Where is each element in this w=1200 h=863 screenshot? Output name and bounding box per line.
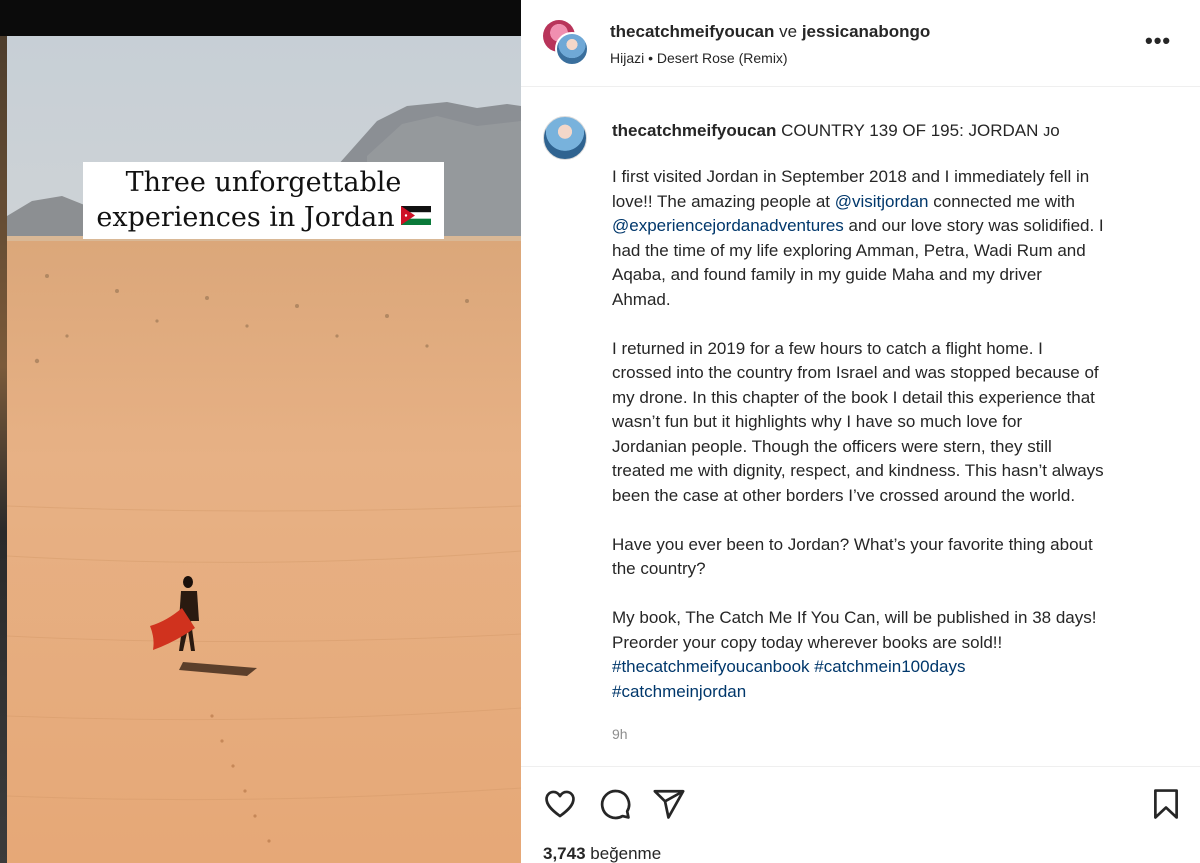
bookmark-icon[interactable] xyxy=(1149,787,1183,821)
likes-count[interactable]: 3,743 beğenme xyxy=(543,844,661,863)
caption-line: I first visited Jordan in September 2018… xyxy=(612,167,1090,186)
caption-line: @experiencejordanadventures and our love… xyxy=(612,214,1172,239)
desert-photo xyxy=(7,36,521,863)
caption-title: COUNTRY 139 OF 195: JORDAN ᴊᴏ xyxy=(781,121,1060,140)
likes-number: 3,743 xyxy=(543,844,586,863)
caption-line: Have you ever been to Jordan? What’s you… xyxy=(612,534,1093,554)
media-top-bar xyxy=(0,0,521,36)
reel-text-overlay: Three unforgettable experiences in Jorda… xyxy=(83,162,444,239)
caption-line: wasn’t fun but it highlights why I have … xyxy=(612,412,1023,431)
likes-word: beğenme xyxy=(590,844,662,863)
caption-line: Aqaba, and found family in my guide Maha… xyxy=(612,265,1042,284)
overlay-line-1: Three unforgettable xyxy=(125,167,402,198)
previous-media-edge xyxy=(0,36,7,863)
caption-line: the country? xyxy=(612,559,706,578)
heart-icon[interactable] xyxy=(543,787,577,821)
hashtag-line: #thecatchmeifyoucanbook #catchmein100day… xyxy=(612,655,1172,680)
caption-paragraph-3: Have you ever been to Jordan? What’s you… xyxy=(612,533,1172,582)
avatar-user2[interactable] xyxy=(555,32,589,66)
caption-paragraph-4: My book, The Catch Me If You Can, will b… xyxy=(612,606,1172,704)
collab-usernames: thecatchmeifyoucan ve jessicanabongo xyxy=(610,22,930,42)
action-bar: 3,743 beğenme xyxy=(521,766,1200,863)
username-link-1[interactable]: thecatchmeifyoucan xyxy=(610,22,774,41)
caption-line: Jordanian people. Though the officers we… xyxy=(612,436,1052,456)
caption-line: crossed into the country from Israel and… xyxy=(612,363,1099,382)
caption-line: been the case at other borders I’ve cros… xyxy=(612,485,1076,505)
caption-line: my drone. In this chapter of the book I … xyxy=(612,387,1095,407)
share-icon[interactable] xyxy=(652,787,686,821)
caption-paragraph-2: I returned in 2019 for a few hours to ca… xyxy=(612,337,1172,509)
mention-experiencejordanadventures[interactable]: @experiencejordanadventures xyxy=(612,216,844,235)
audio-track-link[interactable]: Hijazi • Desert Rose (Remix) xyxy=(610,50,788,66)
caption-line: love!! The amazing people at @visitjorda… xyxy=(612,190,1172,215)
caption-text-fragment: connected me with xyxy=(928,191,1075,211)
post-header: thecatchmeifyoucan ve jessicanabongo Hij… xyxy=(521,0,1200,87)
hashtag-catchmeinjordan[interactable]: #catchmeinjordan xyxy=(612,682,746,701)
hashtag-catchmein100days[interactable]: #catchmein100days xyxy=(814,657,965,676)
collab-avatars[interactable] xyxy=(543,20,591,68)
more-options-icon[interactable]: ••• xyxy=(1145,30,1171,52)
caption-headline: thecatchmeifyoucan COUNTRY 139 OF 195: J… xyxy=(612,119,1172,143)
caption-line: treated me with dignity, respect, and ki… xyxy=(612,461,1104,480)
comment-icon[interactable] xyxy=(598,787,632,821)
jordan-flag-icon xyxy=(400,206,431,225)
caption-line: had the time of my life exploring Amman,… xyxy=(612,240,1086,260)
username-conjunction: ve xyxy=(779,22,798,41)
caption-avatar[interactable] xyxy=(543,116,587,160)
overlay-line-2-text: experiences in Jordan xyxy=(96,202,395,233)
caption-section: thecatchmeifyoucan COUNTRY 139 OF 195: J… xyxy=(521,88,1200,766)
mention-visitjordan[interactable]: @visitjordan xyxy=(835,192,929,211)
caption-text-fragment: love!! The amazing people at xyxy=(612,191,835,211)
caption-line: Ahmad. xyxy=(612,289,671,309)
post-timestamp[interactable]: 9h xyxy=(612,726,628,742)
caption-text: I first visited Jordan in September 2018… xyxy=(612,165,1172,729)
hashtag-line: #catchmeinjordan xyxy=(612,680,1172,705)
caption-line: My book, The Catch Me If You Can, will b… xyxy=(612,608,1097,627)
username-link-2[interactable]: jessicanabongo xyxy=(802,22,930,41)
post-side-panel: thecatchmeifyoucan ve jessicanabongo Hij… xyxy=(521,0,1200,863)
caption-paragraph-1: I first visited Jordan in September 2018… xyxy=(612,165,1172,312)
caption-username[interactable]: thecatchmeifyoucan xyxy=(612,121,776,140)
caption-line: I returned in 2019 for a few hours to ca… xyxy=(612,338,1043,358)
caption-text-fragment: and our love story was solidified. I xyxy=(843,216,1104,235)
caption-line: Preorder your copy today wherever books … xyxy=(612,632,1003,652)
hashtag-thecatchmeifyoucanbook[interactable]: #thecatchmeifyoucanbook xyxy=(612,657,810,676)
post-media[interactable]: Three unforgettable experiences in Jorda… xyxy=(0,0,521,863)
overlay-line-2: experiences in Jordan xyxy=(83,200,444,235)
